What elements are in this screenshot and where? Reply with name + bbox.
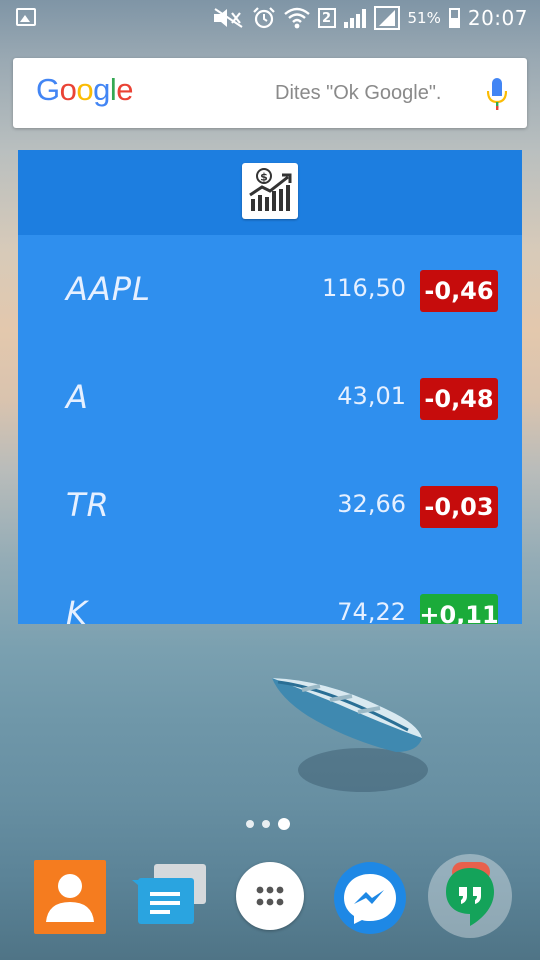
svg-text:$: $ [260, 171, 268, 184]
alarm-icon [252, 7, 275, 29]
page-indicator [246, 818, 290, 830]
gallery-icon [16, 8, 36, 26]
boat-wallpaper-image [272, 678, 428, 792]
status-icons: 2 51% 20:07 [212, 4, 528, 32]
sim-slot-label: 2 [321, 10, 332, 26]
stock-row[interactable]: K 74,22 +0,11 [18, 584, 522, 624]
hangouts-icon[interactable] [428, 854, 512, 938]
stock-price: 74,22 [337, 598, 406, 624]
stock-change-badge: -0,48 [420, 378, 498, 420]
battery-icon [448, 8, 460, 28]
stock-price: 43,01 [337, 382, 406, 410]
widget-header: $ [18, 150, 522, 235]
page-dot[interactable] [262, 820, 270, 828]
stock-row[interactable]: TR 32,66 -0,03 [18, 476, 522, 536]
battery-percent: 51% [407, 9, 441, 27]
page-dot-active[interactable] [278, 818, 290, 830]
stock-change-badge: -0,03 [420, 486, 498, 528]
status-time: 20:07 [467, 6, 528, 30]
stock-price: 116,50 [322, 274, 406, 302]
google-search-bar[interactable]: Google Dites "Ok Google". [13, 58, 527, 128]
stock-symbol: A [66, 378, 89, 416]
stock-widget[interactable]: $ AAPL 116,50 -0,46 A 43,01 -0,48 TR 32,… [18, 150, 522, 624]
contacts-icon[interactable] [34, 860, 106, 934]
messages-icon[interactable] [130, 858, 206, 936]
search-hint: Dites "Ok Google". [275, 82, 442, 104]
google-logo: Google [36, 72, 134, 107]
signal-icon [343, 8, 366, 28]
microphone-icon[interactable] [487, 78, 507, 110]
stock-row[interactable]: AAPL 116,50 -0,46 [18, 260, 522, 320]
stock-symbol: K [66, 594, 88, 624]
status-bar: 2 51% 20:07 [0, 0, 540, 36]
app-dock [0, 850, 540, 960]
wifi-icon [283, 7, 310, 29]
stock-symbol: TR [66, 486, 110, 524]
sim-2-icon: 2 [317, 8, 336, 28]
stock-row[interactable]: A 43,01 -0,48 [18, 368, 522, 428]
stock-symbol: AAPL [66, 270, 151, 308]
page-dot[interactable] [246, 820, 254, 828]
stock-price: 32,66 [337, 490, 406, 518]
stock-chart-icon[interactable]: $ [242, 163, 298, 219]
app-drawer-icon[interactable] [236, 862, 304, 930]
stock-change-badge: +0,11 [419, 594, 499, 624]
stock-change-badge: -0,46 [420, 270, 498, 312]
signal-icon [373, 6, 400, 30]
messenger-icon[interactable] [334, 862, 406, 934]
mute-icon [213, 8, 243, 28]
